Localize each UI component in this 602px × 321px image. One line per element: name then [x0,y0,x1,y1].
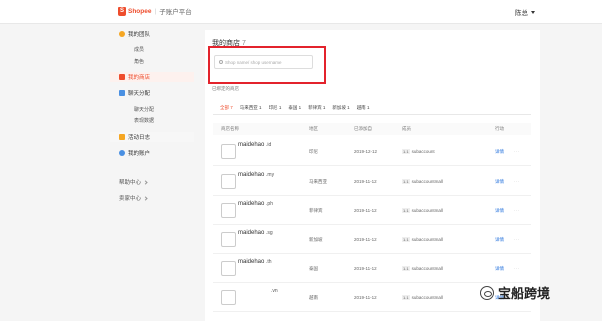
sidebar: 我的团队 成员 角色 我的商店 聊天分配 聊天分配 表现数据 活动日志 我的账户… [110,24,194,321]
search-placeholder: Shop name/ shop username [225,59,282,65]
column-header: 行动 [495,126,504,131]
shop-region: 印尼 [309,149,318,154]
tabs-divider [213,114,531,115]
shop-region: 马来西亚 [309,179,327,184]
watermark-text: 宝船跨境 [498,287,551,302]
sidebar-item-label: 帮助中心 [119,180,142,186]
more-icon[interactable]: ··· [514,208,520,213]
logo-separator: | [154,7,157,15]
shop-avatar [221,174,236,189]
chat-icon [119,90,125,96]
sidebar-item-label: 我的团队 [128,32,151,38]
sidebar-item-shops[interactable]: 我的商店 [110,72,194,82]
shop-member: 1.1 subaccountmall [402,208,443,213]
sidebar-item-label: 我的商店 [128,75,151,81]
user-name: 陈总 [515,10,528,17]
table-row: maidehao .th 泰国 2019-11-12 1.1 subaccount… [213,254,531,283]
table-row: maidehao .id 印尼 2019-12-12 1.1 subaccount… [213,137,531,166]
more-icon[interactable]: ··· [514,149,520,154]
shop-region: 菲律宾 [309,208,323,213]
bound-shops-label: 已绑定的商店 [212,86,239,91]
sidebar-item-performance[interactable]: 表现数据 [134,117,154,124]
details-link[interactable]: 详情 [495,149,504,155]
sidebar-item-seller-center[interactable]: 卖家中心 [119,194,148,202]
shop-member: 1.1 subaccountmall [402,295,443,300]
shop-added-date: 2019-11-12 [354,295,377,300]
shop-name: maidehao .my [238,172,275,178]
details-link[interactable]: 详情 [495,237,504,243]
sidebar-item-chat[interactable]: 聊天分配 [110,88,194,98]
sidebar-item-account[interactable]: 我的账户 [110,148,194,158]
top-header: S Shopee | 子账户平台 陈总 [0,0,602,24]
sidebar-item-label: 活动日志 [128,135,151,141]
shopee-logo[interactable]: S Shopee | 子账户平台 [118,6,192,16]
shop-member: 1.1 subaccount [402,149,435,154]
table-row: maidehao .sg 新加坡 2019-11-12 1.1 subaccoun… [213,225,531,254]
sidebar-item-activity[interactable]: 活动日志 [110,132,194,142]
logo-text: Shopee [128,7,152,15]
details-link[interactable]: 详情 [495,179,504,185]
chevron-right-icon [143,179,148,185]
shopee-bag-icon: S [118,6,126,16]
shop-name: maidehao .ph [238,201,273,207]
sidebar-item-label: 卖家中心 [119,196,142,202]
chevron-right-icon [143,195,148,201]
shop-avatar [221,203,236,218]
more-icon[interactable]: ··· [514,179,520,184]
shop-search-input[interactable]: Shop name/ shop username [214,55,313,69]
shop-name: maidehao .th [238,259,272,265]
sidebar-item-team[interactable]: 我的团队 [110,29,194,39]
shop-member: 1.1 subaccountmall [402,179,443,184]
shop-avatar [221,261,236,276]
sidebar-item-label: 聊天分配 [128,91,151,97]
shop-avatar [221,232,236,247]
log-icon [119,134,125,140]
wechat-watermark: 宝船跨境 [480,283,550,302]
shop-region: 新加坡 [309,237,323,242]
shop-region: 泰国 [309,266,318,271]
shop-added-date: 2019-11-12 [354,237,377,242]
shop-added-date: 2019-11-12 [354,179,377,184]
table-header: 商店名称 地区 已添加自 成员 行动 [213,123,531,135]
sidebar-item-members[interactable]: 成员 [134,46,144,53]
shops-card: 我的商店 7 Shop name/ shop username 已绑定的商店 全部… [205,30,540,321]
platform-name: 子账户平台 [159,9,192,16]
user-menu[interactable]: 陈总 [515,7,535,17]
details-link[interactable]: 详情 [495,208,504,214]
sidebar-item-chat-assign[interactable]: 聊天分配 [134,106,154,113]
team-icon [119,31,125,37]
caret-down-icon [531,10,535,14]
account-icon [119,150,125,156]
shop-member: 1.1 subaccountmall [402,266,443,271]
shop-added-date: 2019-12-12 [354,149,378,154]
search-icon [219,60,223,64]
more-icon[interactable]: ··· [514,266,520,271]
more-icon[interactable]: ··· [514,237,520,242]
shop-avatar [221,144,236,159]
shop-member: 1.1 subaccountmall [402,237,443,242]
shop-added-date: 2019-11-12 [354,266,377,271]
shop-region: 越南 [309,295,318,300]
shop-name: maidehao .id [238,142,272,148]
sidebar-item-help[interactable]: 帮助中心 [119,178,148,186]
details-link[interactable]: 详情 [495,266,504,272]
column-header: 商店名称 [221,126,239,131]
column-header: 地区 [309,126,318,131]
table-row: maidehao .ph 菲律宾 2019-11-12 1.1 subaccoun… [213,196,531,225]
table-row: maidehao .my 马来西亚 2019-11-12 1.1 subaccou… [213,167,531,196]
shop-added-date: 2019-11-12 [354,208,377,213]
sidebar-item-label: 我的账户 [128,151,151,157]
sidebar-item-roles[interactable]: 角色 [134,58,144,65]
column-header: 已添加自 [354,126,372,131]
shop-name: maidehao .sg [238,230,273,236]
shop-icon [119,74,125,80]
wechat-icon [480,285,494,300]
shop-name: .vn [271,288,278,294]
shop-avatar [221,290,236,305]
column-header: 成员 [402,126,411,131]
